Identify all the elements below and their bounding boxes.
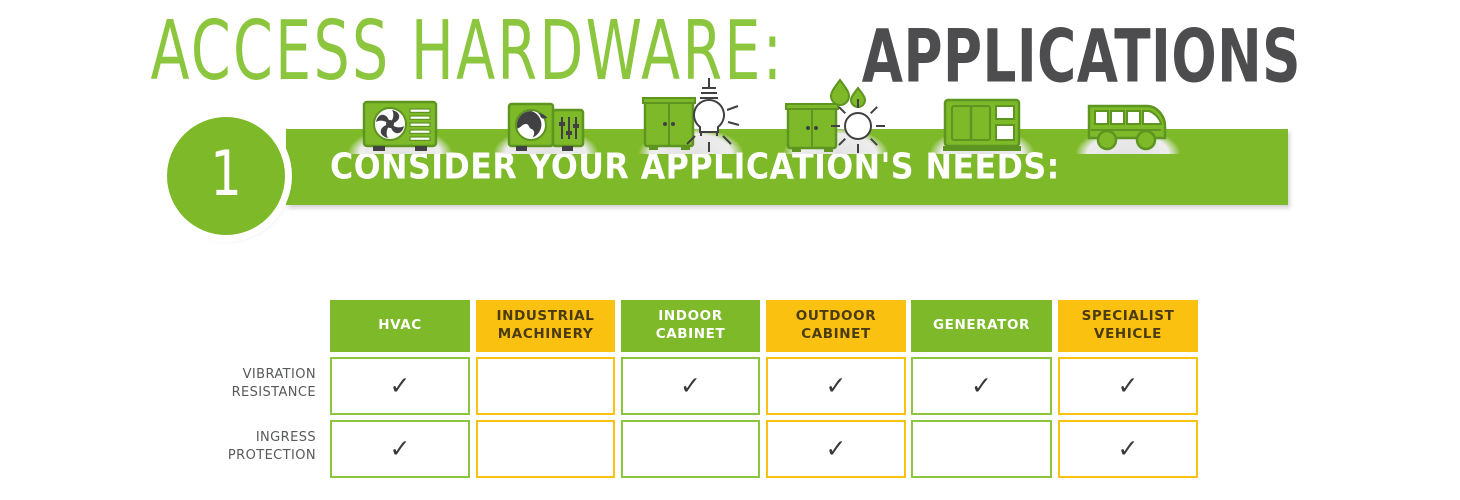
column-header-label: INDOOR CABINET — [656, 308, 726, 344]
table-cell[interactable]: ✓ — [1058, 420, 1198, 478]
row-label-line: RESISTANCE — [231, 384, 316, 400]
step-number-badge: 1 — [167, 117, 285, 235]
icon-graphic — [507, 102, 584, 151]
icon-graphic — [641, 78, 739, 152]
column-header-line: CABINET — [655, 326, 726, 342]
column-header-label: OUTDOOR CABINET — [796, 308, 876, 344]
table-cell[interactable]: ✓ — [476, 357, 615, 415]
column-header-generator[interactable]: GENERATOR — [911, 300, 1052, 352]
table-cell[interactable]: ✓ — [476, 420, 615, 478]
icon-graphic — [362, 100, 438, 151]
check-icon: ✓ — [1117, 370, 1139, 400]
check-icon: ✓ — [389, 370, 411, 400]
table-cell[interactable]: ✓ — [621, 420, 760, 478]
industrial-machinery-icon — [476, 78, 615, 154]
column-header-outdoor-cabinet[interactable]: OUTDOOR CABINET — [766, 300, 906, 352]
row-label-line: PROTECTION — [227, 447, 316, 463]
column-header-line: VEHICLE — [1094, 326, 1162, 342]
row-label-line: VIBRATION — [242, 367, 316, 382]
column-header-label: INDUSTRIAL MACHINERY — [497, 308, 595, 344]
column-header-line: INDUSTRIAL — [496, 308, 595, 325]
icon-graphic — [785, 78, 885, 153]
step-number-label: 1 — [210, 137, 242, 210]
table-cell[interactable]: ✓ — [1058, 357, 1198, 415]
row-label-line: INGRESS — [255, 430, 316, 445]
check-icon: ✓ — [389, 433, 411, 463]
check-icon: ✓ — [825, 370, 847, 400]
specialist-vehicle-bus-icon — [1058, 78, 1198, 154]
outdoor-cabinet-sun-rain-icon — [766, 78, 906, 154]
table-cell[interactable]: ✓ — [330, 420, 470, 478]
column-header-line: CABINET — [801, 326, 871, 342]
column-header-line: INDOOR — [658, 308, 723, 325]
column-header-label: SPECIALIST VEHICLE — [1082, 308, 1175, 344]
check-icon: ✓ — [825, 433, 847, 463]
indoor-cabinet-lightbulb-icon — [621, 78, 760, 154]
column-header-line: SPECIALIST — [1081, 308, 1175, 325]
check-icon: ✓ — [971, 370, 992, 400]
table-cell[interactable]: ✓ — [330, 357, 470, 415]
icon-graphic — [942, 98, 1021, 151]
table-cell[interactable]: ✓ — [911, 357, 1052, 415]
column-header-line: HVAC — [378, 317, 422, 334]
column-header-line: MACHINERY — [497, 326, 594, 342]
column-header-line: OUTDOOR — [795, 308, 877, 325]
column-header-label: HVAC — [378, 317, 422, 335]
row-label-ingress-protection: INGRESS PROTECTION — [196, 429, 316, 464]
table-cell[interactable]: ✓ — [621, 357, 760, 415]
icon-graphic — [1087, 104, 1167, 151]
row-label-vibration-resistance: VIBRATION RESISTANCE — [196, 366, 316, 401]
column-header-label: GENERATOR — [933, 317, 1030, 335]
table-cell[interactable]: ✓ — [766, 420, 906, 478]
column-header-specialist-vehicle[interactable]: SPECIALIST VEHICLE — [1058, 300, 1198, 352]
check-icon: ✓ — [1117, 433, 1139, 463]
table-cell[interactable]: ✓ — [766, 357, 906, 415]
column-header-line: GENERATOR — [932, 317, 1031, 334]
generator-icon — [911, 78, 1052, 154]
table-cell[interactable]: ✓ — [911, 420, 1052, 478]
check-icon: ✓ — [680, 370, 701, 400]
column-header-indoor-cabinet[interactable]: INDOOR CABINET — [621, 300, 760, 352]
column-header-hvac[interactable]: HVAC — [330, 300, 470, 352]
column-header-industrial-machinery[interactable]: INDUSTRIAL MACHINERY — [476, 300, 615, 352]
hvac-unit-icon — [330, 78, 470, 154]
